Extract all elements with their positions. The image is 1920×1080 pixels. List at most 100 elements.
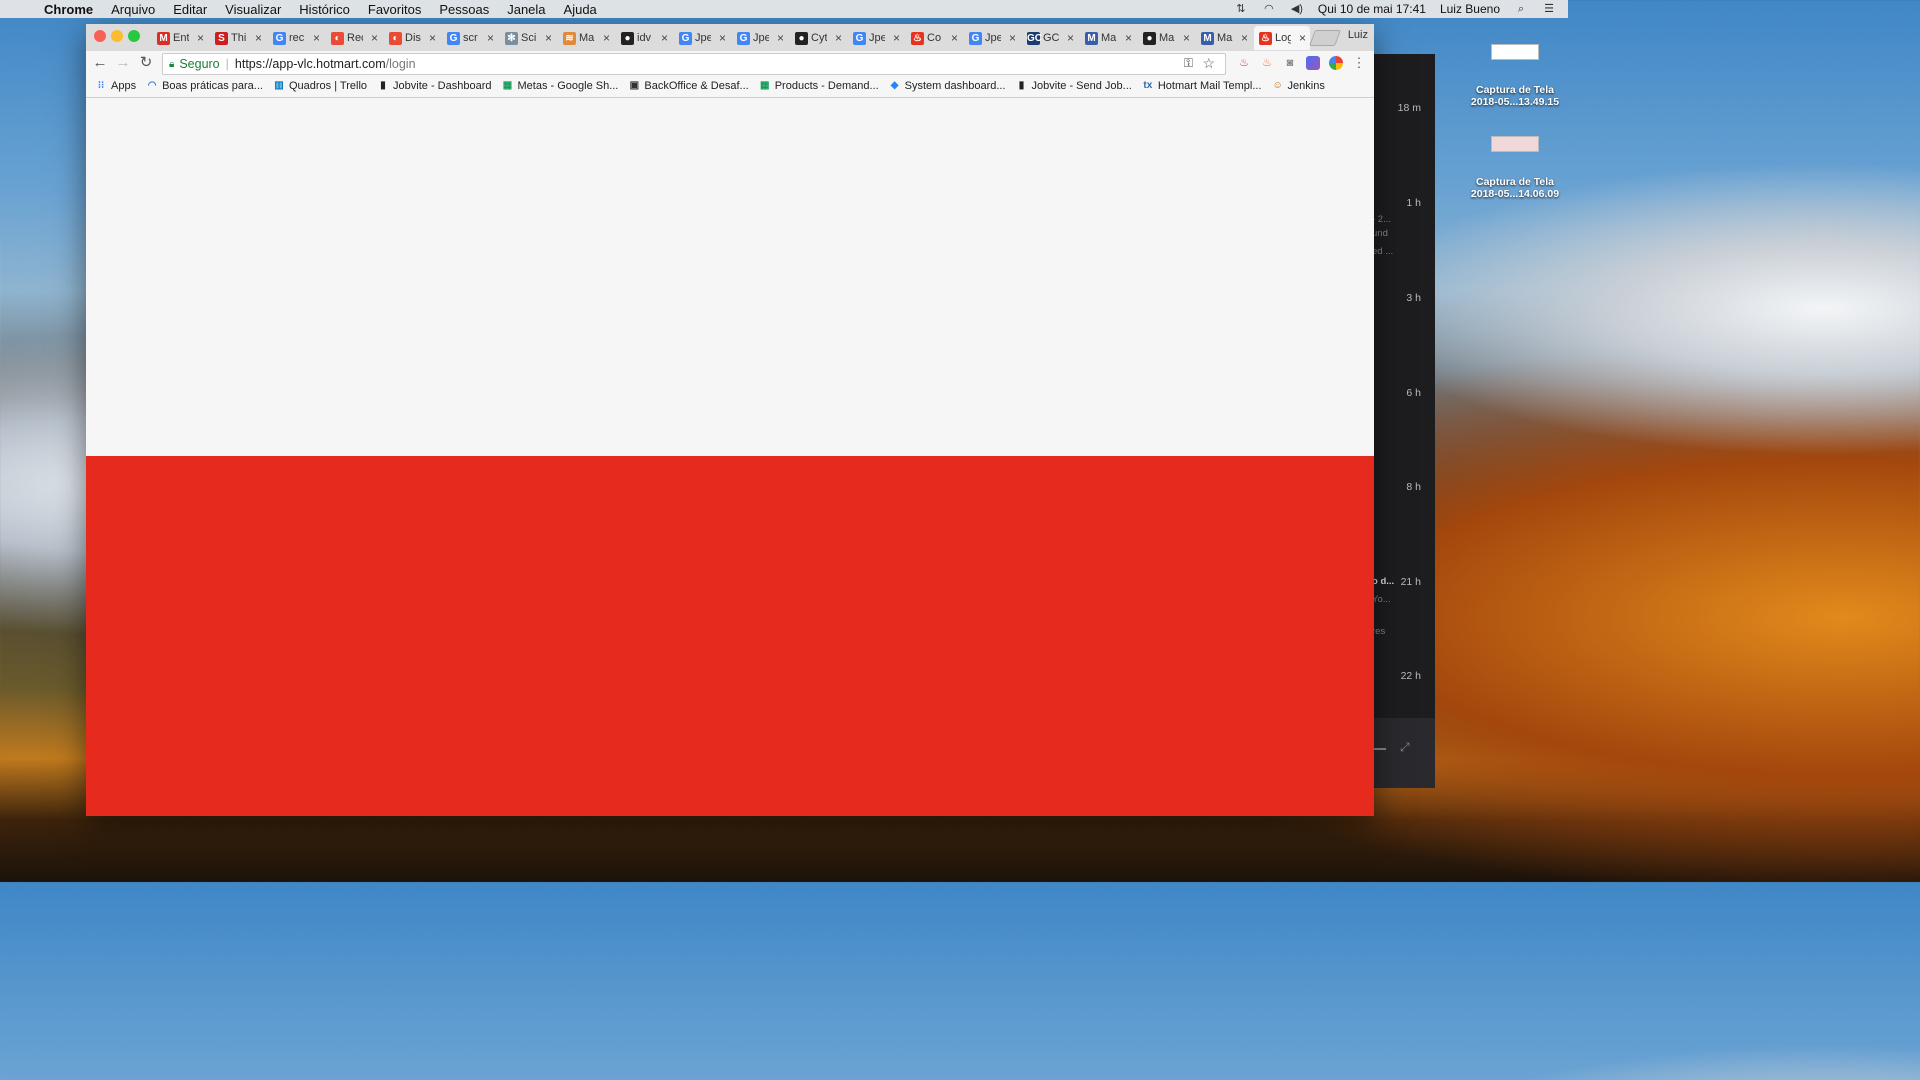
desktop-file-screenshot-2[interactable]: Captura de Tela 2018-05...14.06.09 (1460, 136, 1570, 200)
jenkins-icon: ☺ (1272, 80, 1283, 91)
chrome-window: MEnt×SThi×Grec×◐Rec×◐Dis×Gscr×✻Sci×≋Ma×●… (86, 24, 1374, 816)
bookmark-item[interactable]: tx Hotmart Mail Templ... (1142, 80, 1261, 92)
bookmark-item[interactable]: ◆ System dashboard... (889, 80, 1006, 92)
menu-visualizar[interactable]: Visualizar (225, 2, 281, 17)
menu-arquivo[interactable]: Arquivo (111, 2, 155, 17)
bookmark-item[interactable]: ▮ Jobvite - Dashboard (377, 80, 491, 92)
tab-strip: MEnt×SThi×Grec×◐Rec×◐Dis×Gscr×✻Sci×≋Ma×●… (86, 24, 1374, 51)
menu-pessoas[interactable]: Pessoas (439, 2, 489, 17)
bookmark-label: System dashboard... (904, 80, 1006, 92)
color-extension-icon[interactable] (1306, 56, 1320, 70)
menu-historico[interactable]: Histórico (299, 2, 350, 17)
more-menu-icon[interactable]: ⋮ (1352, 56, 1366, 70)
tab-13[interactable]: ♨ Co × (906, 26, 962, 50)
tab-title: rec (289, 32, 305, 44)
clock-datetime[interactable]: Qui 10 de mai 17:41 (1318, 2, 1426, 16)
user-name[interactable]: Luiz Bueno (1440, 2, 1500, 16)
bookmark-item[interactable]: ⁝⁝ Apps (95, 80, 136, 92)
close-tab-icon[interactable]: × (371, 31, 378, 45)
close-tab-icon[interactable]: × (603, 31, 610, 45)
minimize-window-button[interactable] (111, 30, 123, 42)
bookmark-star-icon[interactable]: ☆ (1202, 55, 1215, 72)
close-tab-icon[interactable]: × (951, 31, 958, 45)
menu-favoritos[interactable]: Favoritos (368, 2, 421, 17)
close-tab-icon[interactable]: × (429, 31, 436, 45)
chrome-extension-icon[interactable] (1329, 56, 1343, 70)
tab-16[interactable]: M Ma × (1080, 26, 1136, 50)
bookmark-item[interactable]: ▣ BackOffice & Desaf... (628, 80, 749, 92)
desktop-file-screenshot-1[interactable]: Captura de Tela 2018-05...13.49.15 (1460, 44, 1570, 108)
bookmark-item[interactable]: ▮ Jobvite - Send Job... (1016, 80, 1132, 92)
close-tab-icon[interactable]: × (661, 31, 668, 45)
time-label: 1 h (1406, 197, 1421, 209)
close-tab-icon[interactable]: × (313, 31, 320, 45)
close-window-button[interactable] (94, 30, 106, 42)
tab-12[interactable]: G Jpe × (848, 26, 904, 50)
close-tab-icon[interactable]: × (777, 31, 784, 45)
close-tab-icon[interactable]: × (487, 31, 494, 45)
forward-arrow-icon[interactable]: → (114, 54, 132, 72)
flame-extension-icon[interactable]: ♨ (1260, 56, 1274, 70)
reload-icon[interactable]: ↻ (137, 54, 155, 72)
menu-app-name[interactable]: Chrome (44, 2, 93, 17)
lock-icon[interactable]: 🔒︎ (169, 59, 174, 70)
close-tab-icon[interactable]: × (1125, 31, 1132, 45)
key-icon[interactable]: ⚿ (1184, 56, 1193, 71)
google-icon: G (447, 31, 460, 45)
bookmark-item[interactable]: ☺ Jenkins (1272, 80, 1324, 92)
tab-5[interactable]: Gscr × (442, 26, 498, 50)
address-bar[interactable]: 🔒︎ Seguro | https://app-vlc.hotmart.com /… (162, 53, 1226, 75)
tab-title: Jpe (753, 32, 769, 44)
close-tab-icon[interactable]: × (1183, 31, 1190, 45)
tab-19[interactable]: ♨ Log × (1254, 26, 1310, 50)
tab-18[interactable]: M Ma × (1196, 26, 1252, 50)
tab-11[interactable]: ● Cyt × (790, 26, 846, 50)
close-tab-icon[interactable]: × (893, 31, 900, 45)
tab-3[interactable]: ◐Rec × (326, 26, 382, 50)
close-tab-icon[interactable]: × (1067, 31, 1074, 45)
volume-icon[interactable]: ◀) (1290, 3, 1304, 15)
tab-2[interactable]: Grec × (268, 26, 324, 50)
tab-1[interactable]: S Thi × (210, 26, 266, 50)
close-tab-icon[interactable]: × (1241, 31, 1248, 45)
tab-4[interactable]: ◐ Dis × (384, 26, 440, 50)
menu-ajuda[interactable]: Ajuda (564, 2, 597, 17)
minimize-icon[interactable] (1374, 748, 1386, 750)
tab-17[interactable]: ● Ma × (1138, 26, 1194, 50)
back-arrow-icon[interactable]: ← (91, 54, 109, 72)
tab-8[interactable]: ● idv × (616, 26, 672, 50)
profile-name[interactable]: Luiz (1348, 29, 1368, 41)
menu-janela[interactable]: Janela (507, 2, 545, 17)
url-path: /login (385, 57, 416, 71)
close-tab-icon[interactable]: × (255, 31, 262, 45)
tab-6[interactable]: ✻ Sci × (500, 26, 556, 50)
bookmark-item[interactable]: ▥ Quadros | Trello (273, 80, 367, 92)
close-tab-icon[interactable]: × (835, 31, 842, 45)
close-tab-icon[interactable]: × (1009, 31, 1016, 45)
close-tab-icon[interactable]: × (1299, 31, 1306, 45)
close-tab-icon[interactable]: × (545, 31, 552, 45)
bookmark-item[interactable]: ▦ Metas - Google Sh... (501, 80, 619, 92)
network-activity-icon[interactable]: ⇅ (1234, 3, 1248, 15)
close-tab-icon[interactable]: × (719, 31, 726, 45)
bookmark-item[interactable]: ▦ Products - Demand... (759, 80, 879, 92)
expand-icon[interactable]: ⤢ (1400, 740, 1410, 755)
spotlight-search-icon[interactable]: ⌕ (1514, 3, 1528, 15)
camera-extension-icon[interactable]: ◙ (1283, 56, 1297, 70)
file-thumbnail (1491, 136, 1539, 152)
wifi-icon[interactable]: ◠ (1262, 3, 1276, 15)
bookmark-item[interactable]: ◠ Boas práticas para... (146, 80, 263, 92)
tab-15[interactable]: GC GC × (1022, 26, 1078, 50)
notification-center-icon[interactable]: ☰ (1542, 3, 1556, 15)
tab-0[interactable]: M Ent × (152, 26, 208, 50)
new-tab-button[interactable] (1309, 30, 1341, 46)
mvn-icon: M (1085, 31, 1098, 45)
menu-editar[interactable]: Editar (173, 2, 207, 17)
tab-7[interactable]: ≋ Ma × (558, 26, 614, 50)
tab-14[interactable]: G Jpe × (964, 26, 1020, 50)
close-tab-icon[interactable]: × (197, 31, 204, 45)
zoom-window-button[interactable] (128, 30, 140, 42)
tab-10[interactable]: G Jpe × (732, 26, 788, 50)
hotmart-extension-icon[interactable]: ♨ (1237, 56, 1251, 70)
tab-9[interactable]: G Jpe × (674, 26, 730, 50)
